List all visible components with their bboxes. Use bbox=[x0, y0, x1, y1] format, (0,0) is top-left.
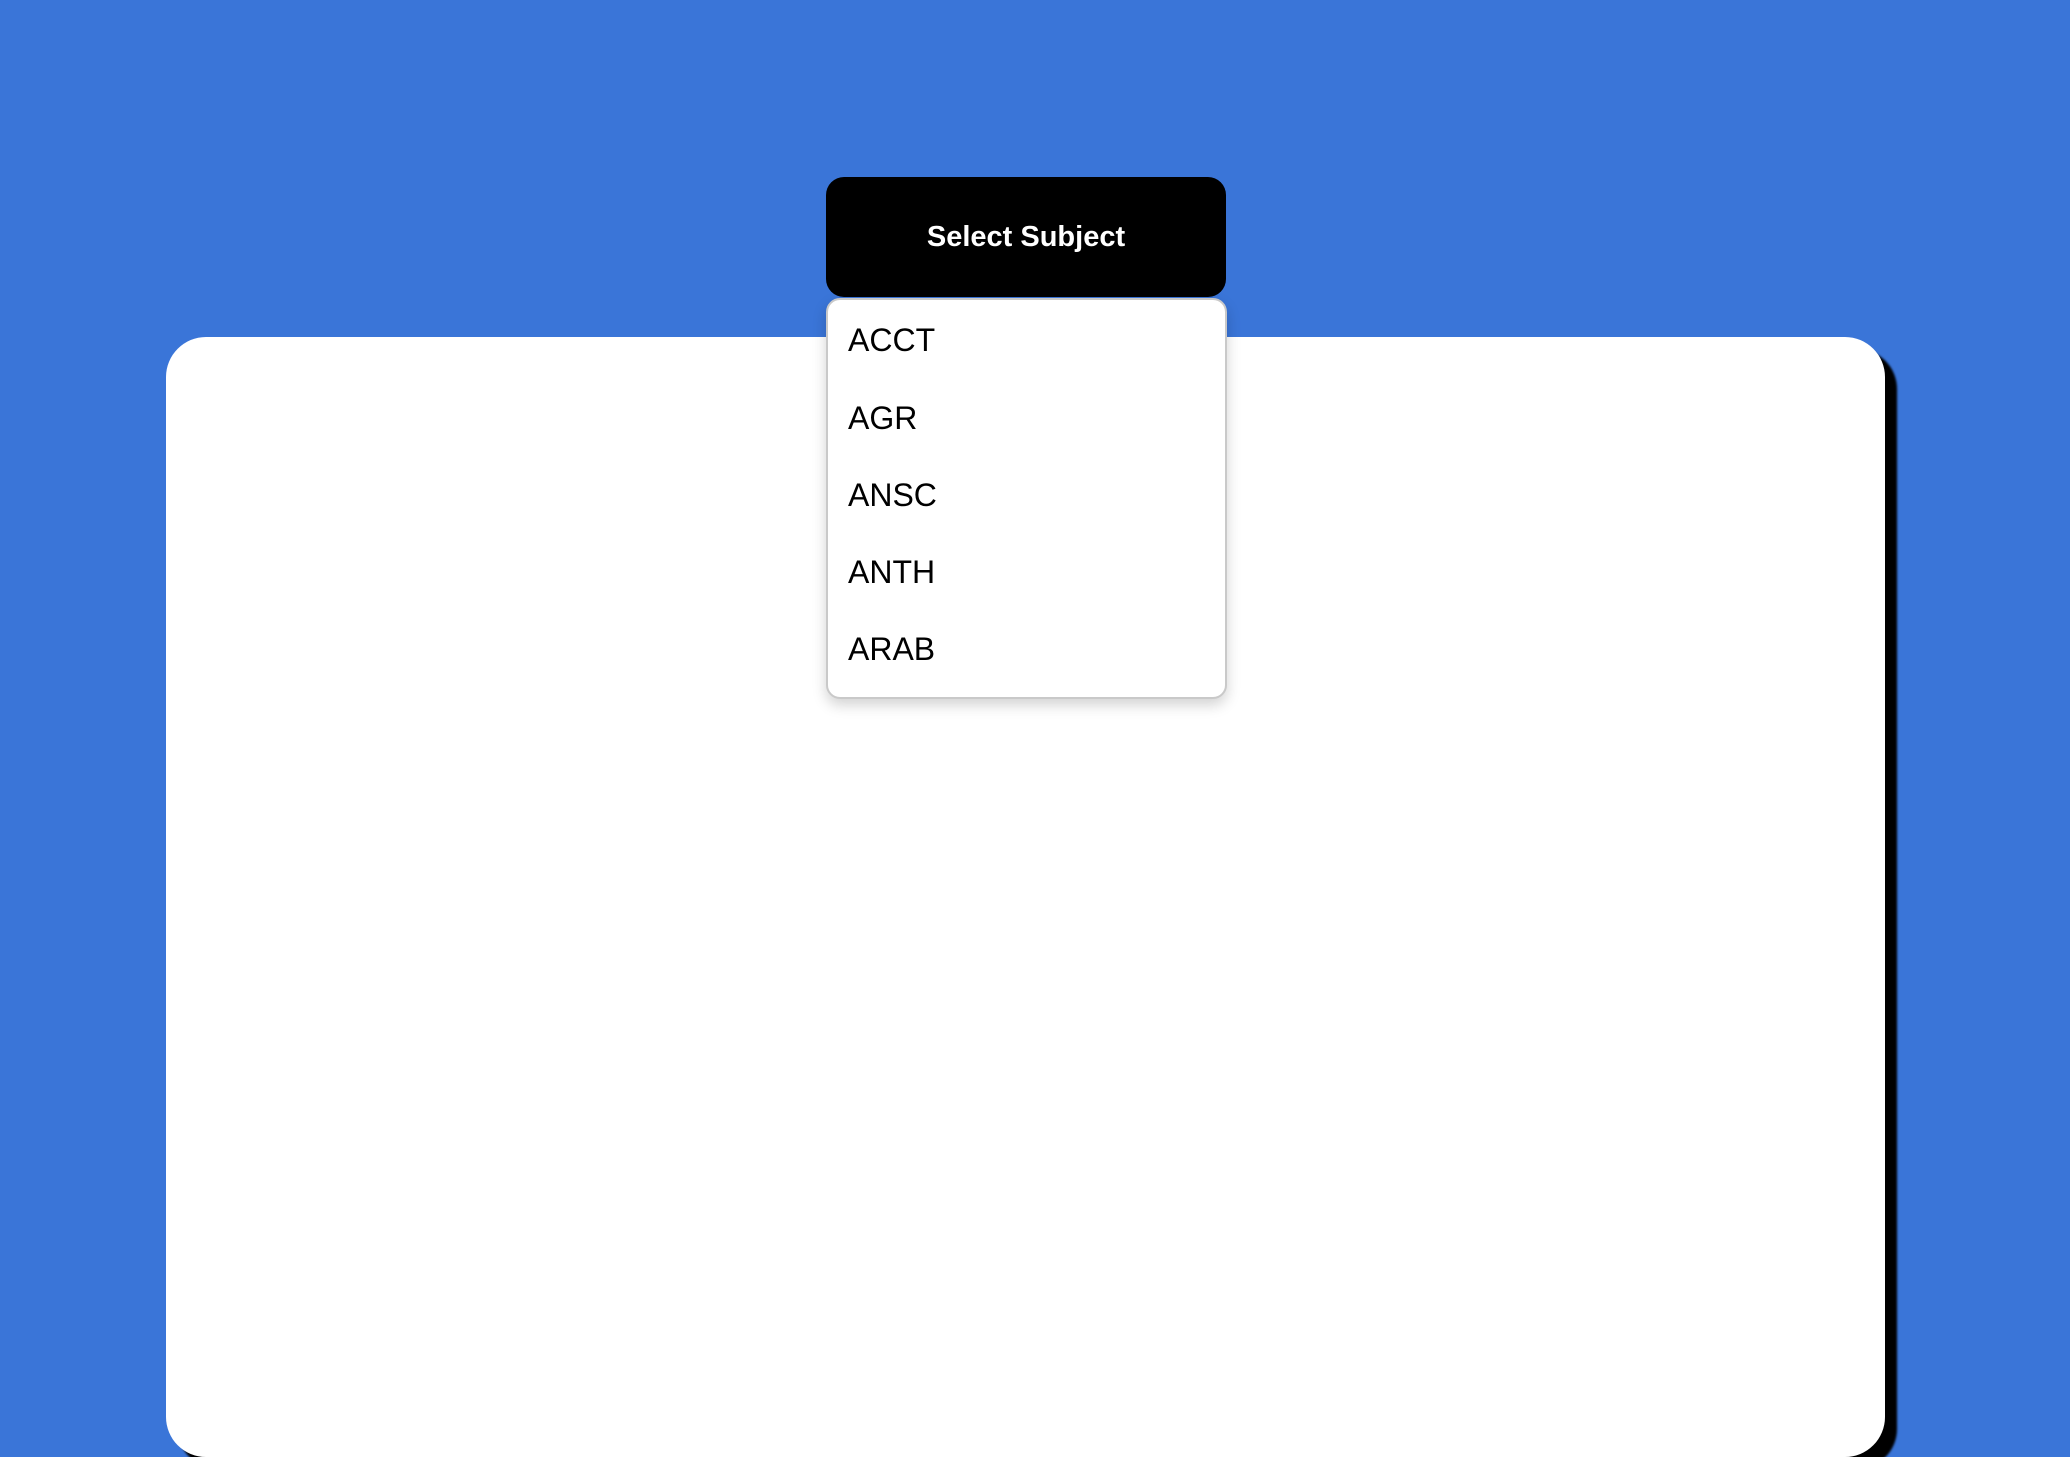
subject-dropdown-menu: ACCT AGR ANSC ANTH ARAB bbox=[826, 298, 1227, 699]
subject-option-anth[interactable]: ANTH bbox=[828, 534, 1225, 611]
subject-option-acct[interactable]: ACCT bbox=[828, 300, 1225, 380]
subject-option-arab[interactable]: ARAB bbox=[828, 611, 1225, 688]
select-subject-button[interactable]: Select Subject bbox=[826, 177, 1226, 297]
subject-option-agr[interactable]: AGR bbox=[828, 380, 1225, 457]
subject-option-ansc[interactable]: ANSC bbox=[828, 457, 1225, 534]
subject-options-list: ACCT AGR ANSC ANTH ARAB bbox=[828, 300, 1225, 688]
